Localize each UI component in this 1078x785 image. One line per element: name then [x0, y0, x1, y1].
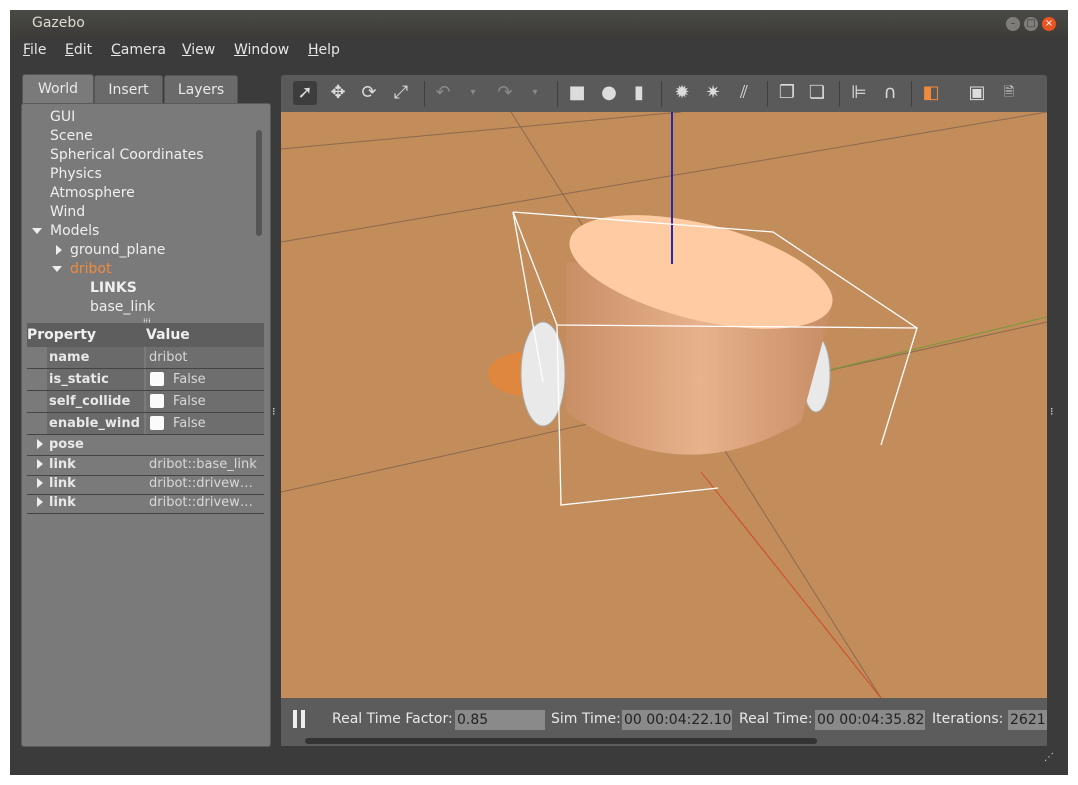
is-static-checkbox[interactable]	[150, 372, 164, 386]
align-icon[interactable]: ⊫	[847, 81, 871, 105]
copy-icon[interactable]: ❐	[775, 81, 799, 105]
menu-camera[interactable]: Camera	[111, 42, 166, 58]
tree-item-models[interactable]: Models	[32, 223, 99, 239]
tree-item-wind[interactable]: Wind	[50, 204, 85, 220]
log-icon[interactable]: 🗎	[997, 81, 1021, 105]
property-row-self-collide[interactable]: self_collide False	[27, 391, 264, 413]
tree-item-spherical-coordinates[interactable]: Spherical Coordinates	[50, 147, 204, 163]
enable-wind-checkbox[interactable]	[150, 416, 164, 430]
tab-layers[interactable]: Layers	[164, 75, 238, 104]
tree-item-base-link[interactable]: base_link	[90, 299, 155, 315]
tree-item-dribot[interactable]: dribot	[52, 261, 111, 277]
snap-icon[interactable]: ∩	[878, 81, 902, 105]
menu-edit[interactable]: Edit	[65, 42, 92, 58]
expand-icon[interactable]	[37, 478, 43, 488]
y-axis-line	[820, 316, 1047, 373]
title-bar[interactable]: Gazebo – □ ×	[10, 10, 1068, 38]
tab-world[interactable]: World	[22, 74, 94, 105]
x-axis-line	[700, 471, 882, 698]
undo-dropdown-icon[interactable]: ▾	[461, 81, 485, 105]
menu-view[interactable]: View	[182, 42, 215, 58]
redo-dropdown-icon[interactable]: ▾	[523, 81, 547, 105]
box-shape-icon[interactable]: ■	[565, 81, 589, 105]
window-title: Gazebo	[32, 15, 85, 31]
tree-item-gui[interactable]: GUI	[50, 109, 75, 125]
undo-icon[interactable]: ↶	[431, 81, 455, 105]
tree-scrollbar[interactable]	[256, 130, 262, 236]
collapse-icon[interactable]	[56, 245, 62, 255]
iterations-field: 2621	[1008, 710, 1047, 730]
status-scrollbar[interactable]	[305, 738, 817, 744]
tree-item-ground-plane[interactable]: ground_plane	[56, 242, 165, 258]
toolbar: ➚ ✥ ⟳ ⤢ ↶ ▾ ↷ ▾ ■ ● ▮ ✹ ✷ ⫽ ❐ ❏ ⊫ ∩ ◧ ▣ …	[281, 75, 1047, 112]
tree-item-scene[interactable]: Scene	[50, 128, 93, 144]
tab-insert[interactable]: Insert	[94, 75, 163, 104]
property-row-name[interactable]: name dribot	[27, 347, 264, 369]
property-header: Property Value	[27, 323, 264, 347]
menu-file[interactable]: File	[23, 42, 46, 58]
self-collide-checkbox[interactable]	[150, 394, 164, 408]
property-row-is-static[interactable]: is_static False	[27, 369, 264, 391]
tree-item-physics[interactable]: Physics	[50, 166, 102, 182]
tree-item-links: LINKS	[90, 280, 137, 296]
expand-icon[interactable]	[37, 459, 43, 469]
expand-icon[interactable]	[37, 439, 43, 449]
property-row-link-right[interactable]: link dribot::drivewhl_r...	[27, 492, 264, 514]
property-row-enable-wind[interactable]: enable_wind False	[27, 413, 264, 435]
menu-window[interactable]: Window	[234, 42, 289, 58]
maximize-icon[interactable]: □	[1024, 17, 1038, 31]
sim-time-field: 00 00:04:22.108	[622, 710, 732, 730]
real-time-factor-field: 0.85	[455, 710, 545, 730]
scale-mode-icon[interactable]: ⤢	[389, 81, 413, 105]
view-angle-icon[interactable]: ◧	[919, 81, 943, 105]
tree-item-atmosphere[interactable]: Atmosphere	[50, 185, 135, 201]
select-mode-icon[interactable]: ➚	[293, 81, 317, 105]
property-row-pose[interactable]: pose	[27, 434, 264, 456]
sphere-shape-icon[interactable]: ●	[597, 81, 621, 105]
expand-icon[interactable]	[37, 497, 43, 507]
status-bar: Real Time Factor: 0.85 Sim Time: 00 00:0…	[281, 698, 1047, 746]
pause-icon[interactable]	[293, 710, 307, 728]
scene-render[interactable]	[281, 112, 1047, 698]
close-icon[interactable]: ×	[1042, 17, 1056, 31]
3d-viewport[interactable]	[281, 112, 1047, 698]
spot-light-icon[interactable]: ✷	[701, 81, 725, 105]
directional-light-icon[interactable]: ⫽	[732, 81, 756, 105]
real-time-field: 00 00:04:35.821	[815, 710, 925, 730]
minimize-icon[interactable]: –	[1006, 17, 1020, 31]
left-splitter-icon[interactable]: ⁝	[272, 405, 276, 418]
expand-icon[interactable]	[52, 266, 62, 272]
menu-bar: File Edit Camera View Window Help	[10, 38, 1068, 64]
redo-icon[interactable]: ↷	[493, 81, 517, 105]
cylinder-shape-icon[interactable]: ▮	[627, 81, 651, 105]
screenshot-icon[interactable]: ▣	[965, 81, 989, 105]
menu-help[interactable]: Help	[308, 42, 340, 58]
expand-icon[interactable]	[32, 228, 42, 234]
resize-grip-icon[interactable]: ⋰	[1044, 752, 1054, 763]
point-light-icon[interactable]: ✹	[670, 81, 694, 105]
rotate-mode-icon[interactable]: ⟳	[357, 81, 381, 105]
translate-mode-icon[interactable]: ✥	[326, 81, 350, 105]
right-splitter-icon[interactable]: ⁝	[1050, 405, 1054, 418]
paste-icon[interactable]: ❏	[805, 81, 829, 105]
